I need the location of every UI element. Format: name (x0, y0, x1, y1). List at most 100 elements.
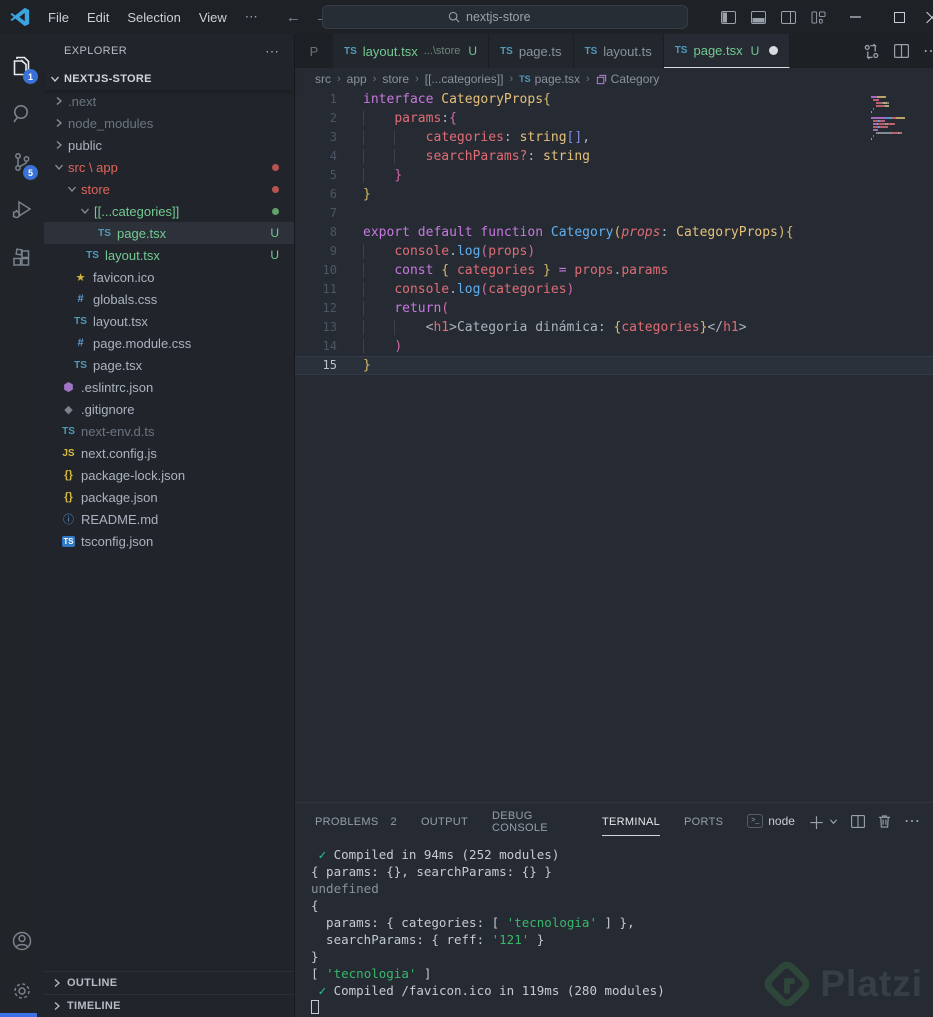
open-changes-icon[interactable] (863, 43, 880, 60)
timeline-section[interactable]: TIMELINE (44, 994, 294, 1017)
command-center-search[interactable] (322, 5, 688, 29)
breadcrumb--...categories-[interactable]: [[...categories]] (425, 72, 504, 86)
ts-file-icon: TS (519, 74, 531, 84)
breadcrumb-src[interactable]: src (315, 72, 331, 86)
ts-file-icon: TS (98, 227, 111, 239)
git-status-badge: U (468, 44, 478, 58)
tree-item-tsconfig.json[interactable]: TS tsconfig.json (44, 530, 294, 552)
terminal-dropdown-icon[interactable] (829, 817, 838, 826)
kill-terminal-trash-icon[interactable] (878, 814, 891, 828)
breadcrumb: src › app › store › [[...categories]] › TS page.t… (295, 68, 933, 90)
panel-tab-terminal[interactable]: TERMINAL (602, 807, 661, 836)
extensions-icon[interactable] (0, 234, 44, 282)
tree-item-next.config.js[interactable]: JS next.config.js (44, 442, 294, 464)
outline-section[interactable]: OUTLINE (44, 971, 294, 994)
code-line-10: 10 const { categories } = props.params (322, 263, 669, 278)
menu-more-button[interactable]: ⋯ (236, 5, 268, 29)
editor-tab-layout.ts[interactable]: TS layout.ts (573, 34, 664, 68)
panel-tab-output[interactable]: OUTPUT (421, 807, 468, 836)
symbol-class-icon (596, 74, 606, 84)
menu-file[interactable]: File (39, 6, 78, 29)
terminal-line: } (311, 949, 319, 964)
settings-gear-icon[interactable] (0, 965, 44, 1017)
editor-more-actions-icon[interactable]: ⋯ (923, 41, 933, 61)
editor-tab-layout.tsx[interactable]: TS layout.tsx ...\store U (333, 34, 490, 68)
tree-item-.next[interactable]: .next (44, 90, 294, 112)
tree-item-node-modules[interactable]: node_modules (44, 112, 294, 134)
window-close-button[interactable] (921, 0, 933, 34)
tree-item-layout.tsx[interactable]: TS layout.tsx (44, 310, 294, 332)
tree-item-page.tsx[interactable]: TS page.tsx (44, 354, 294, 376)
tree-item-store[interactable]: store (44, 178, 294, 200)
ts-file-icon: TS (86, 249, 99, 261)
menu-edit[interactable]: Edit (78, 6, 118, 29)
account-icon[interactable] (0, 917, 44, 965)
toggle-secondary-sidebar-icon[interactable] (773, 0, 803, 34)
breadcrumb-page.tsx[interactable]: TS page.tsx (519, 72, 580, 86)
code-line-12: 12 return( (322, 301, 450, 316)
tree-item-src-app[interactable]: src \ app (44, 156, 294, 178)
menu-view[interactable]: View (190, 6, 236, 29)
editor-tab-page.tsx[interactable]: TS page.tsx U (663, 34, 791, 68)
search-view-icon[interactable] (0, 90, 44, 138)
terminal-shell-chip[interactable]: >_ node (747, 814, 795, 828)
search-input[interactable] (466, 10, 562, 24)
new-terminal-icon[interactable]: ＋ (808, 809, 825, 834)
tree-item-favicon.ico[interactable]: ★ favicon.ico (44, 266, 294, 288)
git-status-badge: U (270, 226, 279, 240)
code-line-7: 7 (329, 206, 337, 220)
toggle-sidebar-icon[interactable] (713, 0, 743, 34)
minimap[interactable] (871, 96, 929, 141)
explorer-icon[interactable]: 1 (0, 42, 44, 90)
window-maximize-button[interactable] (877, 0, 921, 34)
source-control-icon[interactable]: 5 (0, 138, 44, 186)
breadcrumb-app[interactable]: app (347, 72, 367, 86)
breadcrumb-store[interactable]: store (382, 72, 409, 86)
split-terminal-icon[interactable] (850, 814, 865, 828)
split-editor-icon[interactable] (894, 44, 909, 58)
tree-item-public[interactable]: public (44, 134, 294, 156)
customize-layout-icon[interactable] (803, 0, 833, 34)
menu-selection[interactable]: Selection (118, 6, 189, 29)
tree-item-[[...categories]][interactable]: [[...categories]] (44, 200, 294, 222)
problem-dot (272, 207, 279, 215)
tree-item-.eslintrc.json[interactable]: ⬢ .eslintrc.json (44, 376, 294, 398)
panel-tab-ports[interactable]: PORTS (684, 807, 723, 836)
problem-dot (272, 163, 279, 171)
tree-item-page.tsx[interactable]: TS page.tsx U (44, 222, 294, 244)
problem-dot (272, 185, 279, 193)
explorer-more-actions-icon[interactable]: ⋯ (265, 43, 280, 60)
code-editor[interactable]: 1 interface CategoryProps{2 params:{3 cat… (295, 90, 933, 802)
code-line-5: 5 } (329, 168, 403, 183)
ts-file-icon: TS (62, 425, 75, 437)
explorer-title: EXPLORER (64, 45, 128, 57)
window-minimize-button[interactable] (833, 0, 877, 34)
tree-item-layout.tsx[interactable]: TS layout.tsx U (44, 244, 294, 266)
terminal-line: [ 'tecnologia' ] (311, 966, 432, 981)
tree-item-package.json[interactable]: {} package.json (44, 486, 294, 508)
toggle-panel-icon[interactable] (743, 0, 773, 34)
tree-item-page.module.css[interactable]: # page.module.css (44, 332, 294, 354)
unsaved-dot-icon[interactable] (769, 46, 779, 55)
tree-item-README.md[interactable]: ⓘ README.md (44, 508, 294, 530)
panel-more-actions-icon[interactable]: ⋯ (904, 811, 920, 831)
ghost-tab-letter: P (309, 43, 319, 59)
terminal-output[interactable]: ✓ Compiled in 94ms (252 modules) { params… (295, 839, 933, 1017)
run-debug-icon[interactable] (0, 186, 44, 234)
tree-item-.gitignore[interactable]: ◆ .gitignore (44, 398, 294, 420)
vscode-window: FileEditSelectionView ⋯ ← → 1 (0, 0, 933, 1017)
tree-item-next-env.d.ts[interactable]: TS next-env.d.ts (44, 420, 294, 442)
editor-tab-page.ts[interactable]: TS page.ts (489, 34, 574, 68)
tree-item-package-lock.json[interactable]: {} package-lock.json (44, 464, 294, 486)
panel-tab-debug-console[interactable]: DEBUG CONSOLE (492, 801, 578, 842)
ts-file-icon: TS (74, 315, 87, 327)
ts-file-icon: TS (500, 45, 513, 57)
tree-item-globals.css[interactable]: # globals.css (44, 288, 294, 310)
panel-tab-problems[interactable]: PROBLEMS 2 (315, 807, 397, 836)
git-status-badge: U (270, 248, 279, 262)
gitignore-file-icon: ◆ (64, 403, 73, 416)
project-root-header[interactable]: NEXTJS-STORE (44, 68, 294, 90)
nav-back-icon[interactable]: ← (286, 9, 301, 26)
json-braces-icon: {} (64, 469, 73, 481)
breadcrumb-Category[interactable]: Category (596, 72, 659, 86)
